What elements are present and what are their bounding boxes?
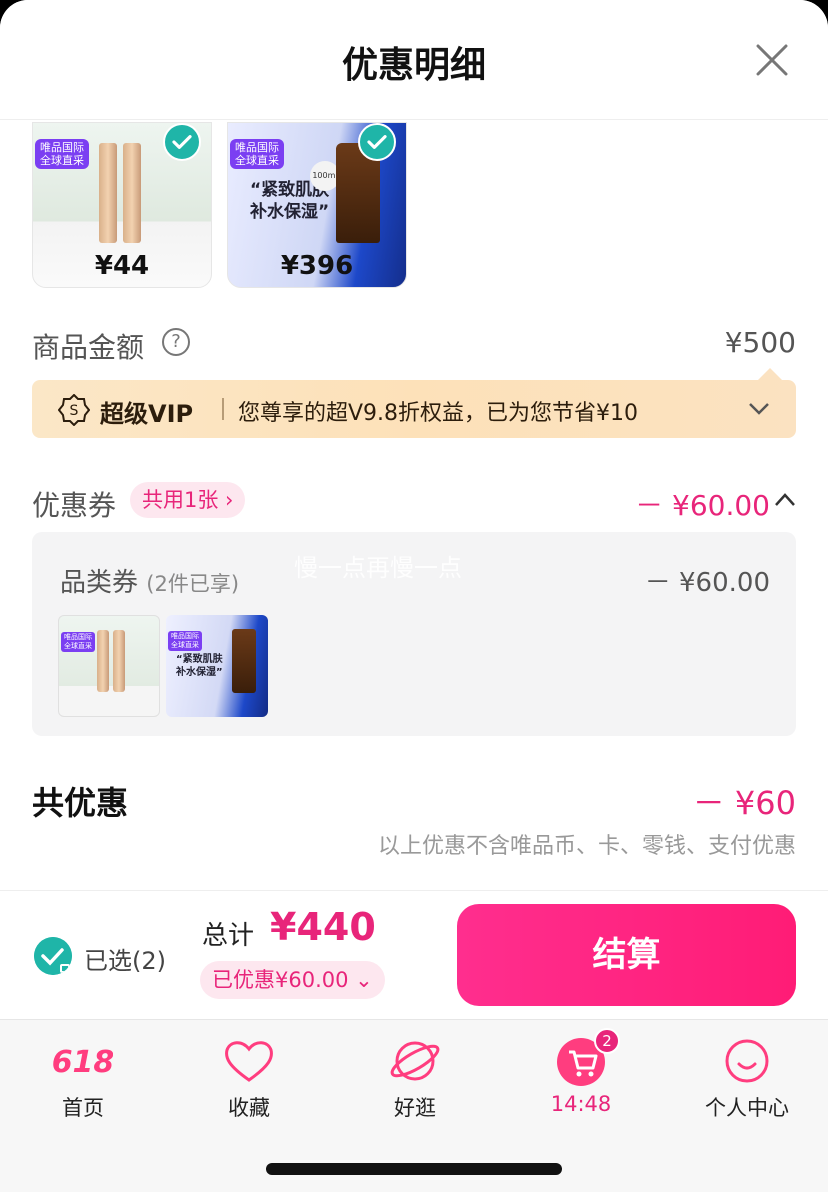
total-label: 共优惠 — [32, 784, 129, 822]
product-image — [113, 630, 125, 692]
select-all-check-icon[interactable] — [34, 937, 72, 975]
header: 优惠明细 — [0, 0, 828, 120]
check-icon[interactable] — [163, 123, 201, 161]
tab-label: 个人中心 — [705, 1096, 789, 1120]
chevron-up-icon[interactable] — [774, 492, 796, 508]
check-icon[interactable] — [358, 123, 396, 161]
home-indicator — [266, 1163, 562, 1175]
category-name: 品类券 — [60, 568, 139, 598]
coupon-count-pill[interactable]: 共用1张 › — [130, 482, 246, 518]
product-promo-text: “紧致肌肤 补水保湿” — [176, 654, 223, 678]
close-icon[interactable] — [752, 40, 792, 80]
svg-text:S: S — [70, 403, 79, 419]
product-thumb: 唯品国际 全球直采 — [58, 615, 160, 717]
amount-label: 商品金额 — [32, 331, 145, 364]
product-price: ¥44 — [94, 251, 150, 281]
vip-caret — [758, 368, 782, 380]
amount-row: 商品金额 ? ¥500 — [32, 326, 796, 366]
product-card[interactable]: 唯品国际 全球直采 “紧致肌肤 补水保湿” 100ml ¥396 — [227, 122, 407, 288]
global-tag: 唯品国际 全球直采 — [35, 139, 89, 169]
page-title: 优惠明细 — [341, 45, 486, 86]
product-card[interactable]: 唯品国际 全球直采 ¥44 — [32, 122, 212, 288]
product-image — [97, 630, 109, 692]
planet-icon — [390, 1041, 440, 1081]
smile-icon — [725, 1039, 769, 1083]
tab-label: 好逛 — [394, 1096, 436, 1120]
vip-banner[interactable]: S 超级VIP 您尊享的超V9.8折权益，已为您节省¥10 — [32, 368, 796, 438]
total-discount: 共优惠 － ¥60 以上优惠不含唯品币、卡、零钱、支付优惠 — [32, 776, 796, 866]
product-image — [99, 143, 117, 243]
product-image — [123, 143, 141, 243]
coupon-value: － ¥60.00 — [635, 489, 770, 522]
category-value: － ¥60.00 — [644, 568, 770, 598]
tab-label: 14:48 — [550, 1092, 612, 1116]
vip-separator — [222, 398, 224, 420]
selected-count: 已选(2) — [84, 947, 166, 975]
svg-text:618: 618 — [53, 1045, 113, 1080]
category-label: 品类券 (2件已享) — [60, 562, 239, 599]
category-coupon-panel: 品类券 (2件已享) 慢一点再慢一点 － ¥60.00 唯品国际 全球直采 唯品国… — [32, 532, 796, 736]
total-price-label: 总计 — [202, 921, 255, 951]
category-sub: (2件已享) — [146, 572, 240, 596]
tab-label: 收藏 — [228, 1096, 270, 1120]
total-note: 以上优惠不含唯品币、卡、零钱、支付优惠 — [377, 834, 796, 859]
tab-label: 首页 — [62, 1096, 104, 1120]
total-value: － ¥60 — [692, 784, 796, 822]
product-thumb: 唯品国际 全球直采 “紧致肌肤 补水保湿” — [166, 615, 268, 717]
chevron-down-icon[interactable] — [748, 400, 770, 418]
saved-pill-label: 已优惠¥60.00 — [212, 968, 349, 992]
total-price-value: ¥440 — [270, 905, 376, 949]
tab-home[interactable]: 618 首页 — [0, 1020, 166, 1130]
product-image — [232, 629, 256, 693]
heart-icon — [225, 1041, 273, 1082]
coupon-row[interactable]: 优惠券 共用1张 › － ¥60.00 — [32, 482, 796, 522]
tab-discover[interactable]: 好逛 — [332, 1020, 498, 1130]
cart-badge: 2 — [594, 1028, 620, 1054]
checkout-bar: 已选(2) 总计 ¥440 已优惠¥60.00 ⌄ 结算 — [0, 891, 828, 1019]
vip-badge-icon: S — [58, 394, 90, 426]
tab-favorites[interactable]: 收藏 — [166, 1020, 332, 1130]
product-price: ¥396 — [280, 251, 354, 281]
tab-profile[interactable]: 个人中心 — [664, 1020, 828, 1130]
help-icon[interactable]: ? — [162, 328, 190, 356]
coupon-label: 优惠券 — [32, 489, 117, 522]
tab-cart[interactable]: 2 14:48 — [498, 1020, 664, 1130]
global-tag: 唯品国际 全球直采 — [230, 139, 284, 169]
saved-pill[interactable]: 已优惠¥60.00 ⌄ — [200, 961, 385, 999]
618-icon: 618 — [53, 1045, 113, 1080]
discount-detail-sheet: 优惠明细 唯品国际 全球直采 ¥44 唯品国际 全球直采 “紧致肌肤 补水保湿” 10… — [0, 0, 828, 1192]
coupon-pill-label: 共用1张 — [142, 488, 219, 512]
watermark: 慢一点再慢一点 — [294, 554, 462, 582]
global-tag: 唯品国际 全球直采 — [168, 631, 202, 651]
vip-text: 您尊享的超V9.8折权益，已为您节省¥10 — [238, 401, 639, 426]
vip-name: 超级VIP — [100, 400, 194, 428]
global-tag: 唯品国际 全球直采 — [61, 632, 95, 652]
checkout-button[interactable]: 结算 — [457, 904, 796, 1006]
amount-value: ¥500 — [724, 326, 796, 359]
